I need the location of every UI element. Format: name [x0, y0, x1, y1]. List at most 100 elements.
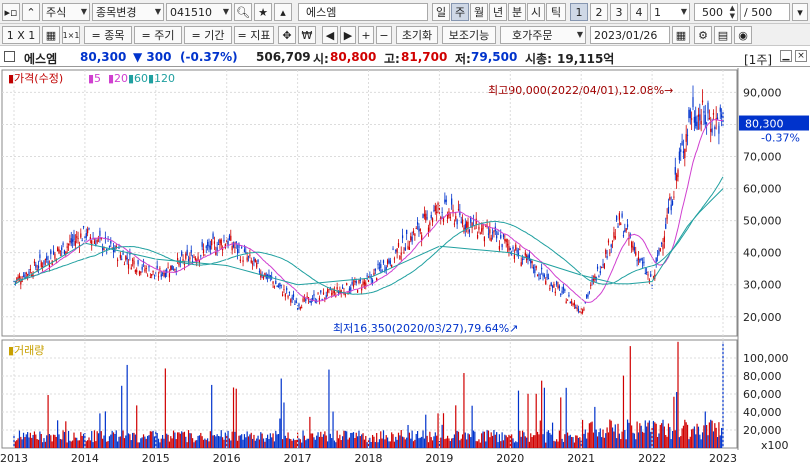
- order-label: 호가주문: [512, 29, 553, 42]
- candle: [553, 284, 555, 288]
- gear-icon[interactable]: ⚙: [694, 26, 712, 44]
- volume-bar: [284, 435, 286, 448]
- number-combo[interactable]: 1 ▼: [650, 3, 690, 21]
- candle: [461, 219, 464, 225]
- volume-bar: [194, 440, 196, 448]
- candle: [460, 221, 462, 223]
- period-tab-month[interactable]: 월: [470, 3, 488, 21]
- change-stock-select[interactable]: 종목변경 ▼: [92, 3, 164, 21]
- candle: [457, 209, 460, 211]
- volume-bar: [614, 424, 616, 448]
- order-select[interactable]: 호가주문 ▼: [500, 26, 586, 44]
- volume-bar: [305, 440, 307, 448]
- candle: [40, 262, 42, 267]
- volume-bar: [436, 435, 438, 448]
- move-icon[interactable]: ✥: [278, 26, 296, 44]
- period-tab-hour[interactable]: 시: [527, 3, 545, 21]
- close-icon[interactable]: ×: [795, 50, 807, 62]
- volume-bar: [291, 440, 293, 448]
- volume-bar: [145, 438, 147, 448]
- volume-bar: [444, 439, 446, 448]
- volume-bar: [607, 432, 610, 448]
- volume-bar: [48, 434, 51, 448]
- volume-bar: [482, 431, 484, 448]
- candle: [670, 204, 672, 211]
- stock-chart[interactable]: 20,000 30,000 40,000 50,000 60,000 70,000 80,0…: [0, 68, 810, 475]
- volume-bar: [611, 427, 614, 448]
- volume-bar: [303, 435, 306, 448]
- volume-bar: [389, 441, 391, 448]
- volume-bar: [699, 434, 701, 448]
- volume-bar: [290, 438, 292, 448]
- count-stepper[interactable]: 500 ▲ ▼: [694, 3, 738, 21]
- magnifier-settings-icon[interactable]: ◉: [734, 26, 752, 44]
- volume-bar: [689, 436, 691, 448]
- volume-bar: [427, 442, 430, 448]
- period-tab-day[interactable]: 일: [432, 3, 450, 21]
- candle: [273, 286, 276, 288]
- checkbox-icon[interactable]: [4, 51, 15, 62]
- number-tab-3[interactable]: 3: [610, 3, 628, 21]
- candle: [122, 252, 124, 255]
- period-tab-year[interactable]: 년: [489, 3, 507, 21]
- one-by-one-icon[interactable]: 1×1: [62, 26, 80, 44]
- table-icon[interactable]: ▤: [714, 26, 732, 44]
- candle: [59, 250, 61, 252]
- period-tab-week[interactable]: 주: [451, 3, 469, 21]
- market-select[interactable]: 주식 ▼: [42, 3, 90, 21]
- aux-function-button[interactable]: 보조기능: [442, 26, 496, 44]
- indicator-menu-button[interactable]: = 지표: [234, 26, 274, 44]
- x-tick-label: 2019: [425, 452, 453, 465]
- number-tab-1[interactable]: 1: [570, 3, 588, 21]
- scroll-right-icon[interactable]: ▶: [340, 26, 356, 44]
- stock-menu-button[interactable]: = 종목: [84, 26, 132, 44]
- won-icon[interactable]: ₩: [298, 26, 316, 44]
- volume-bar: [704, 411, 706, 448]
- stock-code-input[interactable]: 041510 ▼: [166, 3, 232, 21]
- search-icon[interactable]: 🔍︎: [234, 3, 252, 21]
- volume-bar: [460, 438, 462, 448]
- calendar-icon[interactable]: ▦: [672, 26, 690, 44]
- scroll-left-icon[interactable]: ◀: [322, 26, 338, 44]
- candle: [69, 240, 71, 242]
- scale-button[interactable]: 1 X 1: [2, 26, 40, 44]
- volume-bar: [426, 435, 428, 448]
- candle: [283, 289, 285, 291]
- range-menu-button[interactable]: = 기간: [184, 26, 232, 44]
- period-menu-button[interactable]: = 주기: [134, 26, 182, 44]
- period-tab-tick[interactable]: 틱: [546, 3, 566, 21]
- candle: [47, 261, 49, 264]
- panel-toggle-icon[interactable]: ▸▫: [2, 3, 20, 21]
- reset-button[interactable]: 초기화: [396, 26, 438, 44]
- candle: [678, 151, 680, 160]
- volume-bar: [73, 432, 75, 448]
- candle: [239, 259, 241, 262]
- collapse-up-icon[interactable]: ⌃: [22, 3, 40, 21]
- settings-more-icon[interactable]: ▾: [792, 3, 808, 21]
- minimize-icon[interactable]: ▁: [780, 50, 792, 62]
- zoom-out-icon[interactable]: −: [376, 26, 392, 44]
- candle: [96, 240, 98, 243]
- volume-bar: [415, 434, 417, 448]
- candle: [616, 215, 618, 221]
- volume-bar: [466, 439, 468, 448]
- volume-bar: [156, 433, 158, 448]
- volume-bar: [77, 440, 79, 448]
- grid-icon[interactable]: ▦: [42, 26, 60, 44]
- candle: [63, 250, 66, 255]
- zoom-in-icon[interactable]: +: [358, 26, 374, 44]
- period-tab-minute[interactable]: 분: [508, 3, 526, 21]
- date-input[interactable]: 2023/01/26: [590, 26, 670, 44]
- volume-bar: [340, 440, 342, 448]
- star-icon[interactable]: ★: [254, 3, 272, 21]
- stepper-arrows-icon[interactable]: ▲ ▼: [730, 4, 735, 20]
- volume-bar: [584, 429, 586, 448]
- volume-unit-label: x100: [761, 439, 789, 452]
- volume-bar: [505, 435, 507, 448]
- number-tab-4[interactable]: 4: [630, 3, 648, 21]
- candle: [637, 257, 640, 260]
- dropdown-icon[interactable]: [282, 3, 294, 21]
- candle: [512, 246, 514, 249]
- candle: [692, 97, 694, 108]
- number-tab-2[interactable]: 2: [590, 3, 608, 21]
